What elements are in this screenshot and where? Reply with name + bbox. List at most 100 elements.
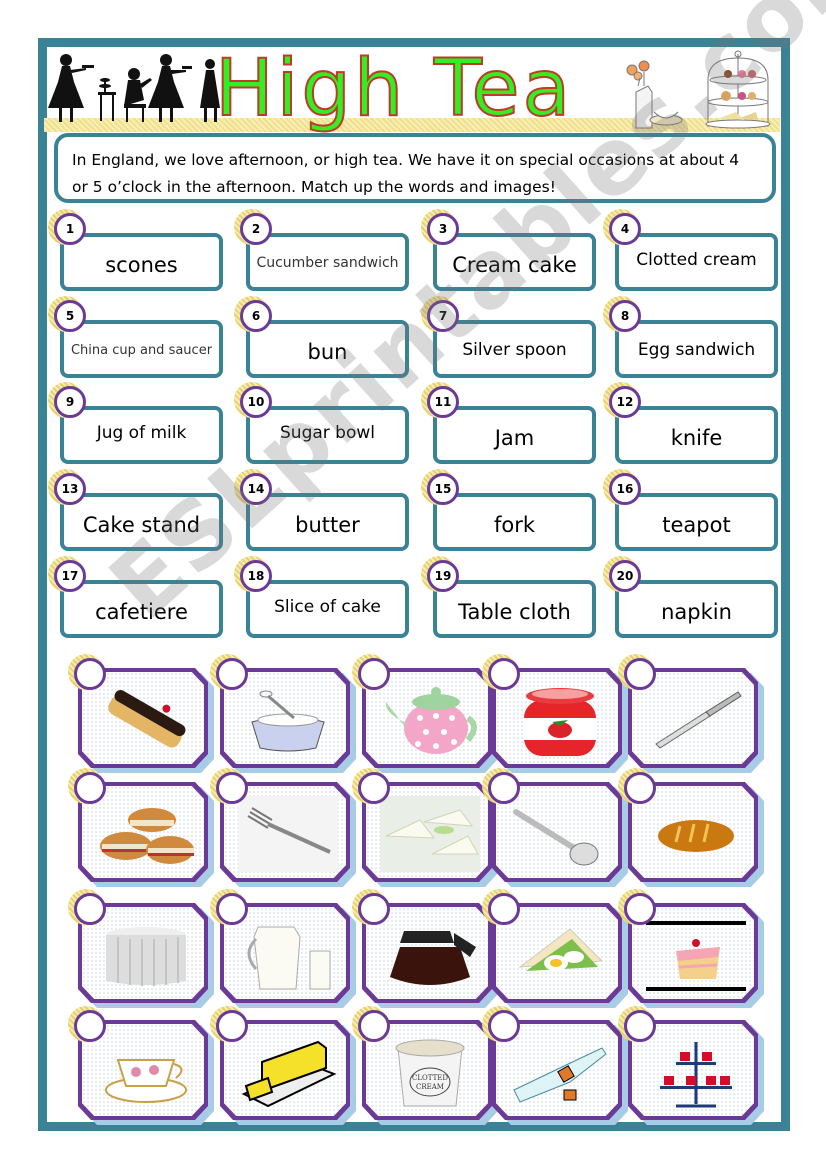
svg-text:CREAM: CREAM xyxy=(416,1083,444,1091)
word-number: 12 xyxy=(609,386,641,418)
answer-circle[interactable] xyxy=(216,893,248,925)
image-card[interactable] xyxy=(482,1006,628,1125)
word-card[interactable]: 14 butter xyxy=(234,469,409,551)
answer-circle[interactable] xyxy=(488,772,520,804)
word-card[interactable]: 19 Table cloth xyxy=(421,556,596,638)
knife-icon xyxy=(655,691,742,749)
image-card[interactable] xyxy=(68,654,214,773)
word-number: 11 xyxy=(427,386,459,418)
image-card[interactable] xyxy=(210,768,356,887)
word-number: 16 xyxy=(609,473,641,505)
slice-of-cake-icon xyxy=(646,921,746,991)
word-card[interactable]: 7 Silver spoon xyxy=(421,296,596,378)
word-number: 19 xyxy=(427,560,459,592)
answer-circle[interactable] xyxy=(358,1010,390,1042)
image-card[interactable] xyxy=(210,1006,356,1125)
word-label: Silver spoon xyxy=(462,340,567,360)
word-card[interactable]: 15 fork xyxy=(421,469,596,551)
word-label: China cup and saucer xyxy=(70,342,213,358)
word-card[interactable]: 1 scones xyxy=(48,209,223,291)
word-card[interactable]: 20 napkin xyxy=(603,556,778,638)
answer-circle[interactable] xyxy=(624,893,656,925)
word-label: Table cloth xyxy=(458,600,571,624)
answer-circle[interactable] xyxy=(74,1010,106,1042)
milk-jug-icon xyxy=(247,926,331,990)
answer-circle[interactable] xyxy=(624,658,656,690)
answer-circle[interactable] xyxy=(74,772,106,804)
word-label: Cake stand xyxy=(82,513,201,537)
word-card[interactable]: 2 Cucumber sandwich xyxy=(234,209,409,291)
word-label: napkin xyxy=(661,600,732,624)
image-card[interactable] xyxy=(482,889,628,1008)
image-card[interactable] xyxy=(618,768,764,887)
image-card[interactable] xyxy=(482,768,628,887)
image-card[interactable] xyxy=(482,654,628,773)
word-card[interactable]: 10 Sugar bowl xyxy=(234,382,409,464)
word-card[interactable]: 16 teapot xyxy=(603,469,778,551)
image-card[interactable] xyxy=(68,1006,214,1125)
answer-circle[interactable] xyxy=(216,1010,248,1042)
answer-circle[interactable] xyxy=(358,658,390,690)
image-card[interactable] xyxy=(618,1006,764,1125)
image-card[interactable] xyxy=(352,889,498,1008)
word-number: 1 xyxy=(54,213,86,245)
word-card[interactable]: 17 cafetiere xyxy=(48,556,223,638)
word-card[interactable]: 6 bun xyxy=(234,296,409,378)
image-card[interactable] xyxy=(352,768,498,887)
word-label: Clotted cream xyxy=(636,250,757,270)
answer-circle[interactable] xyxy=(358,772,390,804)
answer-circle[interactable] xyxy=(624,772,656,804)
word-card[interactable]: 8 Egg sandwich xyxy=(603,296,778,378)
egg-sandwich-icon xyxy=(518,928,604,971)
word-label: Sugar bowl xyxy=(280,423,375,443)
tea-party-silhouettes-icon xyxy=(48,54,220,122)
worksheet-title: High Tea xyxy=(214,43,574,135)
word-card[interactable]: 12 knife xyxy=(603,382,778,464)
answer-circle[interactable] xyxy=(216,772,248,804)
word-label: Cream cake xyxy=(452,253,577,277)
teapot-icon xyxy=(385,687,477,754)
answer-circle[interactable] xyxy=(488,658,520,690)
image-card[interactable] xyxy=(210,654,356,773)
sugar-bowl-icon xyxy=(251,690,325,752)
word-card[interactable]: 3 Cream cake xyxy=(421,209,596,291)
word-card[interactable]: 9 Jug of milk xyxy=(48,382,223,464)
image-card[interactable] xyxy=(210,889,356,1008)
image-card[interactable] xyxy=(68,768,214,887)
spoon-icon xyxy=(513,809,599,866)
answer-circle[interactable] xyxy=(488,893,520,925)
word-label: bun xyxy=(307,340,348,364)
image-card[interactable] xyxy=(618,654,764,773)
word-label: butter xyxy=(295,513,360,537)
word-label: Egg sandwich xyxy=(637,340,756,360)
word-number: 14 xyxy=(240,473,272,505)
image-card[interactable] xyxy=(68,889,214,1008)
word-label: cafetiere xyxy=(95,600,188,624)
svg-text:CLOTTED: CLOTTED xyxy=(412,1074,448,1082)
cucumber-sandwich-icon xyxy=(380,796,480,872)
word-label: scones xyxy=(105,253,178,277)
word-card[interactable]: 5 China cup and saucer xyxy=(48,296,223,378)
word-label: knife xyxy=(670,426,723,450)
word-card[interactable]: 11 Jam xyxy=(421,382,596,464)
answer-circle[interactable] xyxy=(358,893,390,925)
word-label: teapot xyxy=(662,513,731,537)
image-card[interactable] xyxy=(352,654,498,773)
word-card[interactable]: 13 Cake stand xyxy=(48,469,223,551)
jam-jar-icon xyxy=(524,688,596,756)
word-number: 13 xyxy=(54,473,86,505)
china-cup-icon xyxy=(105,1059,187,1103)
eclair-icon xyxy=(108,690,186,748)
answer-circle[interactable] xyxy=(74,893,106,925)
word-card[interactable]: 4 Clotted cream xyxy=(603,209,778,291)
answer-circle[interactable] xyxy=(488,1010,520,1042)
word-card[interactable]: 18 Slice of cake xyxy=(234,556,409,638)
clotted-cream-icon: CLOTTEDCREAM xyxy=(395,1039,465,1107)
answer-circle[interactable] xyxy=(216,658,248,690)
word-number: 20 xyxy=(609,560,641,592)
bun-icon xyxy=(658,820,734,852)
answer-circle[interactable] xyxy=(74,658,106,690)
answer-circle[interactable] xyxy=(624,1010,656,1042)
image-card[interactable] xyxy=(618,889,764,1008)
image-card[interactable]: CLOTTED CREAM xyxy=(352,1006,498,1125)
